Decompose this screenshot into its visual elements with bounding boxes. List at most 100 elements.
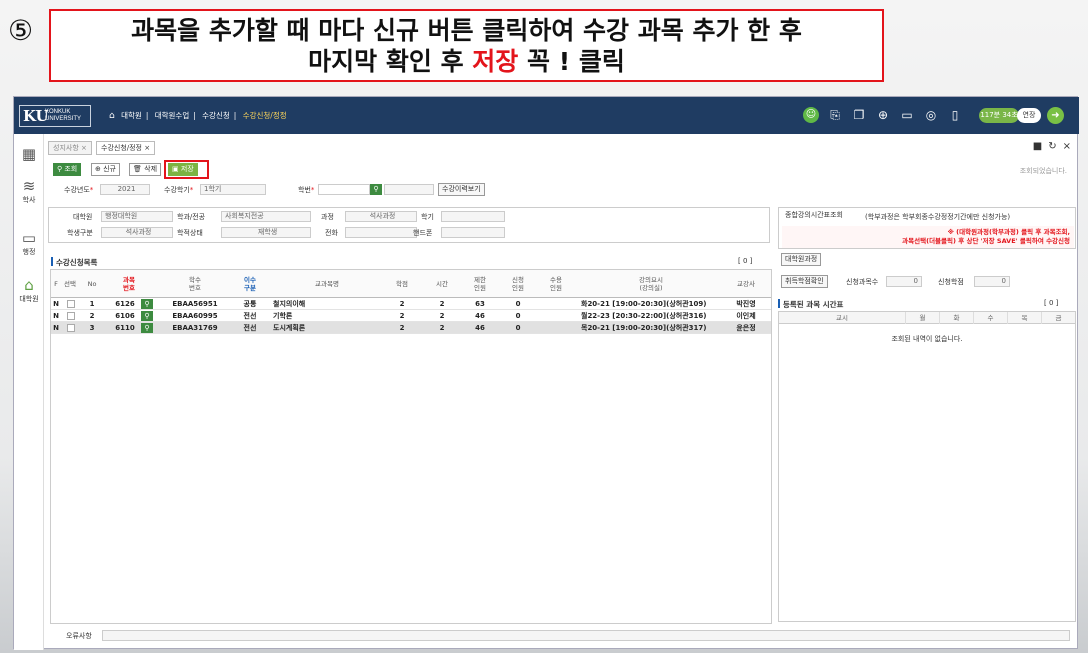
breadcrumb-item[interactable]: 수강신청 xyxy=(202,111,230,120)
col-credit: 학점 xyxy=(396,280,408,288)
breadcrumb-item[interactable]: 대학원 xyxy=(121,111,142,120)
row-course-code: EBAA56951 xyxy=(172,300,218,308)
refresh-icon[interactable]: ↻ xyxy=(1048,141,1056,152)
instruction-save-word: 저장 xyxy=(472,47,519,76)
timetable-title: 등록된 과목 시간표 xyxy=(778,299,843,310)
col-schedule: 강의요시 (강의실) xyxy=(639,276,663,292)
pin-icon[interactable]: ■ xyxy=(1033,141,1042,152)
registration-notice: ※ (대학원과정(학부과정) 클릭 후 과목조회, 과목선택(더블클릭) 후 상… xyxy=(782,226,1074,248)
sidebar-item-menu[interactable]: ▦ xyxy=(14,146,44,163)
sidebar-label: 학사 xyxy=(22,196,36,204)
col-capacity: 수용 인원 xyxy=(550,276,562,292)
col-course-code: 학수 번호 xyxy=(189,276,201,292)
status-field: 재학생 xyxy=(221,227,311,238)
registration-grid: F 선택 No 과목 번호 학수 번호 이수 구분 교과목명 학점 시간 제한 … xyxy=(50,269,772,624)
right-panel: 종합강의시간표조회 (학부과정은 학부회종수강정정기간에만 신청가능) ※ (대… xyxy=(778,207,1076,622)
col-subject-no: 과목 번호 xyxy=(123,276,135,292)
col-fri: 금 xyxy=(1041,312,1075,324)
student-id-input[interactable] xyxy=(318,184,370,195)
row-category: 공통 xyxy=(243,300,257,308)
copy-icon[interactable]: ❐ xyxy=(851,107,867,123)
instruction-line2-end: 꼭 ! 클릭 xyxy=(518,47,625,76)
zoom-icon[interactable]: ⊕ xyxy=(875,107,891,123)
year-field[interactable]: 2021 xyxy=(100,184,150,195)
table-row[interactable]: N 1 6126 ⚲ EBAA56951 공통 철지의이해 2 2 63 0 화… xyxy=(51,298,771,310)
college-label: 대학원 xyxy=(73,213,93,221)
sidebar-item-admin[interactable]: ▭ 행정 xyxy=(14,230,44,257)
row-flag: N xyxy=(53,324,59,332)
search-button[interactable]: ⚲ 조회 xyxy=(53,163,82,176)
year-label: 수강년도* xyxy=(64,186,94,194)
row-limit: 46 xyxy=(475,324,485,332)
top-bar: KU KONKUK UNIVERSITY ⌂ 대학원 | 대학원수업 | 수강신청 | 수… xyxy=(14,97,1079,134)
row-checkbox[interactable] xyxy=(67,300,75,308)
row-course-name: 철지의이해 xyxy=(273,300,306,308)
col-mon: 월 xyxy=(905,312,939,324)
window-buttons: ■ ↻ × xyxy=(1027,141,1071,152)
search-icon[interactable]: ⚲ xyxy=(141,299,153,309)
layers-icon: ≋ xyxy=(22,177,36,195)
empty-message: 조회된 내역이 없습니다. xyxy=(891,335,963,343)
app-window: KU KONKUK UNIVERSITY ⌂ 대학원 | 대학원수업 | 수강신청 | 수… xyxy=(13,96,1079,650)
row-instructor: 이인제 xyxy=(736,312,756,320)
row-limit: 46 xyxy=(475,312,485,320)
session-timer: 117분 34초 xyxy=(979,108,1019,123)
new-button[interactable]: ⊕ 신규 xyxy=(91,163,120,176)
type-field: 석사과정 xyxy=(101,227,173,238)
undergrad-notice: (학부과정은 학부회종수강정정기간에만 신청가능) xyxy=(865,213,1011,221)
student-search-icon[interactable]: ⚲ xyxy=(370,184,382,195)
history-button[interactable]: 수강이력보기 xyxy=(438,183,485,196)
status-label: 학적상태 xyxy=(177,229,203,237)
instruction-line2-text: 마지막 확인 후 xyxy=(308,47,473,76)
breadcrumb-item[interactable]: 대학원수업 xyxy=(155,111,190,120)
row-no: 2 xyxy=(89,312,95,320)
row-checkbox[interactable] xyxy=(67,324,75,332)
search-icon[interactable]: ⚲ xyxy=(141,311,153,321)
course-field: 석사과정 xyxy=(345,211,417,222)
home-icon[interactable]: ⌂ xyxy=(109,111,115,121)
row-hours: 2 xyxy=(439,324,445,332)
credit-check-button[interactable]: 취득학점확인 xyxy=(781,275,828,288)
monitor-icon[interactable]: ▭ xyxy=(899,107,915,123)
row-checkbox[interactable] xyxy=(67,312,75,320)
extend-button[interactable]: 연장 xyxy=(1017,108,1041,123)
delete-button[interactable]: 🗑 삭제 xyxy=(129,163,162,176)
tab-registration[interactable]: 수강신청/정정 × xyxy=(96,141,156,155)
registration-count: [ 0 ] xyxy=(738,257,753,265)
registration-list-title: 수강신청목록 xyxy=(51,257,97,268)
search-doc-icon[interactable]: ⎘ xyxy=(827,107,843,123)
university-logo[interactable]: KU KONKUK UNIVERSITY xyxy=(19,105,91,127)
col-course-name: 교과목명 xyxy=(315,280,339,288)
user-icon[interactable]: ☺ xyxy=(803,107,819,123)
col-hours: 시간 xyxy=(436,280,448,288)
grid-header: F 선택 No 과목 번호 학수 번호 이수 구분 교과목명 학점 시간 제한 … xyxy=(51,270,771,298)
bookmark-icon[interactable]: ▯ xyxy=(947,107,963,123)
row-schedule: 목20-21 [19:00-20:30](상허관317) xyxy=(581,324,707,332)
term-field[interactable]: 1학기 xyxy=(200,184,266,195)
sidebar-item-graduate[interactable]: ⌂ 대학원 xyxy=(14,277,44,304)
tab-notice[interactable]: 성지사항 × xyxy=(48,141,92,155)
timetable-notice-box: 종합강의시간표조회 (학부과정은 학부회종수강정정기간에만 신청가능) ※ (대… xyxy=(778,207,1076,249)
search-icon[interactable]: ⚲ xyxy=(141,323,153,333)
row-instructor: 윤은정 xyxy=(736,324,756,332)
col-category: 이수 구분 xyxy=(244,276,256,292)
timetable-search-button[interactable]: 종합강의시간표조회 xyxy=(782,210,846,223)
table-row[interactable]: N 2 6106 ⚲ EBAA60995 전선 기학론 2 2 46 0 월22… xyxy=(51,310,771,322)
row-applied: 0 xyxy=(515,300,521,308)
credit-total-label: 신청학점 xyxy=(938,278,964,286)
table-row-selected[interactable]: N 3 6110 ⚲ EBAA31769 전선 도시계획론 2 2 46 0 목… xyxy=(51,322,771,334)
row-category: 전선 xyxy=(243,324,257,332)
save-highlight-box xyxy=(164,160,209,179)
breadcrumb-current[interactable]: 수강신청/정정 xyxy=(243,111,287,120)
search-button-label: 조회 xyxy=(64,165,78,173)
timetable-grid: 교시 월 화 수 목 금 조회된 내역이 없습니다. xyxy=(778,311,1076,622)
row-subject-no: 6106 xyxy=(115,312,135,320)
close-icon[interactable]: × xyxy=(1063,141,1071,152)
graduate-course-button[interactable]: 대학원과정 xyxy=(781,253,822,266)
location-icon[interactable]: ◎ xyxy=(923,107,939,123)
sidebar-item-academic[interactable]: ≋ 학사 xyxy=(14,178,44,205)
logout-icon[interactable]: ➜ xyxy=(1047,107,1064,124)
col-f: F xyxy=(54,280,58,288)
col-wed: 수 xyxy=(973,312,1007,324)
row-schedule: 월22-23 [20:30-22:00](상허관316) xyxy=(581,312,707,320)
